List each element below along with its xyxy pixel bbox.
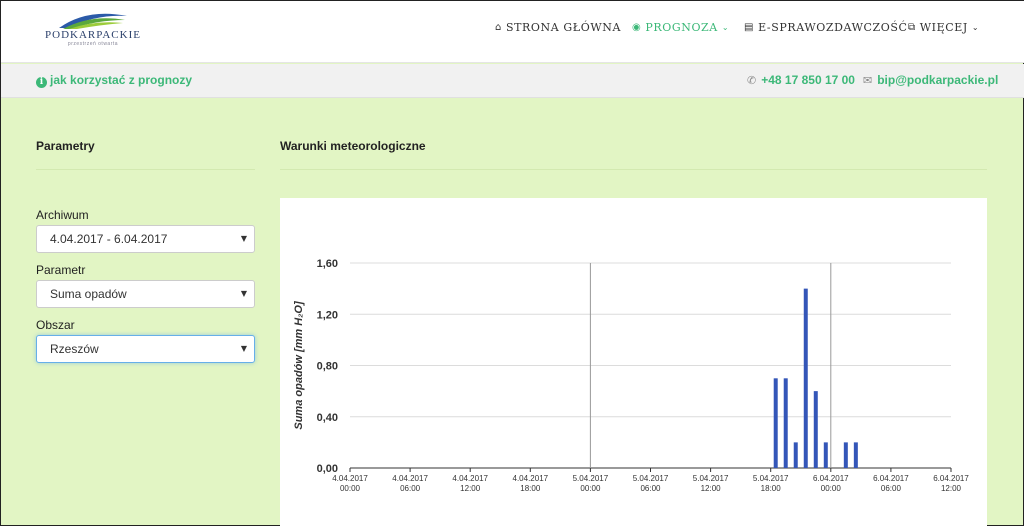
x-tick-label: 5.04.2017 bbox=[573, 474, 609, 483]
nav-wiecej-label: WIĘCEJ bbox=[919, 20, 968, 34]
y-tick-label: 1,20 bbox=[317, 309, 338, 321]
x-tick-label: 00:00 bbox=[821, 484, 842, 493]
y-tick-label: 0,80 bbox=[317, 361, 338, 373]
chevron-down-icon: ⌄ bbox=[971, 22, 980, 32]
archiwum-select[interactable]: 4.04.2017 - 6.04.2017 ▼ bbox=[36, 225, 255, 253]
x-tick-label: 12:00 bbox=[941, 484, 962, 493]
caret-down-icon: ▼ bbox=[240, 289, 247, 298]
main-divider bbox=[280, 169, 987, 170]
bar bbox=[773, 378, 778, 468]
info-icon: i bbox=[36, 77, 47, 88]
sidebar-divider bbox=[36, 169, 255, 170]
parametr-value: Suma opadów bbox=[50, 287, 127, 301]
x-tick-label: 6.04.2017 bbox=[873, 474, 909, 483]
howto-label: jak korzystać z prognozy bbox=[50, 73, 193, 87]
document-icon: ▤ bbox=[744, 21, 755, 33]
x-tick-label: 4.04.2017 bbox=[392, 474, 428, 483]
obszar-label: Obszar bbox=[36, 318, 75, 332]
x-tick-label: 06:00 bbox=[400, 484, 421, 493]
logo[interactable]: PODKARPACKIE przestrzeń otwarta bbox=[45, 8, 141, 48]
bar bbox=[803, 288, 808, 468]
x-tick-label: 6.04.2017 bbox=[933, 474, 969, 483]
x-tick-label: 12:00 bbox=[460, 484, 481, 493]
logo-tagline: przestrzeń otwarta bbox=[67, 41, 119, 47]
email-link[interactable]: ✉ bip@podkarpackie.pl bbox=[863, 73, 998, 87]
x-tick-label: 4.04.2017 bbox=[332, 474, 368, 483]
bar bbox=[813, 391, 818, 468]
archiwum-value: 4.04.2017 - 6.04.2017 bbox=[50, 232, 168, 246]
x-tick-label: 18:00 bbox=[761, 484, 782, 493]
nav-home-label: STRONA GŁÓWNA bbox=[505, 20, 622, 34]
phone-icon: ✆ bbox=[747, 74, 757, 87]
caret-down-icon: ▼ bbox=[240, 234, 247, 243]
email-address: bip@podkarpackie.pl bbox=[877, 73, 999, 87]
x-tick-label: 06:00 bbox=[640, 484, 661, 493]
nav-e-sprawozdawczosc-label: E-SPRAWOZDAWCZOŚĆ bbox=[758, 20, 908, 34]
nav-wiecej[interactable]: ⧉ WIĘCEJ ⌄ bbox=[908, 19, 979, 35]
x-tick-label: 00:00 bbox=[340, 484, 361, 493]
x-tick-label: 06:00 bbox=[881, 484, 902, 493]
bar bbox=[793, 442, 798, 468]
y-tick-label: 1,60 bbox=[317, 258, 338, 270]
bar bbox=[853, 442, 858, 468]
x-tick-label: 4.04.2017 bbox=[513, 474, 549, 483]
chart-container: 0,00 0,40 0,80 1,20 1,60 4.04.2017 00:00 4.04.2… bbox=[280, 198, 987, 526]
parametr-label: Parametr bbox=[36, 263, 86, 277]
x-tick-label: 6.04.2017 bbox=[813, 474, 849, 483]
sidebar-title: Parametry bbox=[36, 139, 95, 153]
envelope-icon: ✉ bbox=[863, 74, 873, 87]
phone-link[interactable]: ✆ +48 17 850 17 00 bbox=[747, 73, 855, 87]
obszar-select[interactable]: Rzeszów ▼ bbox=[36, 335, 255, 363]
nav-home[interactable]: ⌂ STRONA GŁÓWNA bbox=[495, 19, 621, 35]
bar bbox=[783, 378, 788, 468]
logo-text: PODKARPACKIE bbox=[45, 29, 141, 41]
home-icon: ⌂ bbox=[495, 21, 502, 33]
info-bar: i jak korzystać z prognozy ✆ +48 17 850 17… bbox=[1, 64, 1024, 98]
caret-down-icon: ▼ bbox=[240, 344, 247, 353]
external-link-icon: ⧉ bbox=[908, 21, 916, 33]
x-tick-label: 00:00 bbox=[580, 484, 601, 493]
y-tick-label: 0,40 bbox=[317, 412, 338, 424]
main-title: Warunki meteorologiczne bbox=[280, 139, 426, 153]
bar bbox=[843, 442, 848, 468]
x-tick-label: 5.04.2017 bbox=[633, 474, 669, 483]
x-tick-label: 5.04.2017 bbox=[753, 474, 789, 483]
top-navbar: PODKARPACKIE przestrzeń otwarta ⌂ STRONA… bbox=[1, 1, 1024, 63]
x-tick-label: 18:00 bbox=[520, 484, 541, 493]
chevron-down-icon: ⌄ bbox=[721, 22, 730, 32]
nav-prognoza[interactable]: ◉ PROGNOZA ⌄ bbox=[632, 19, 729, 35]
howto-link[interactable]: i jak korzystać z prognozy bbox=[36, 73, 192, 88]
obszar-value: Rzeszów bbox=[50, 342, 99, 356]
archiwum-label: Archiwum bbox=[36, 208, 89, 222]
precipitation-chart: 0,000,400,801,201,604.04.201700:004.04.2… bbox=[293, 258, 969, 493]
logo-hills-icon bbox=[59, 13, 127, 29]
x-tick-label: 5.04.2017 bbox=[693, 474, 729, 483]
phone-number: +48 17 850 17 00 bbox=[761, 73, 855, 87]
x-tick-label: 12:00 bbox=[701, 484, 722, 493]
x-tick-label: 4.04.2017 bbox=[452, 474, 488, 483]
nav-prognoza-label: PROGNOZA bbox=[645, 20, 718, 34]
nav-e-sprawozdawczosc[interactable]: ▤ E-SPRAWOZDAWCZOŚĆ bbox=[744, 19, 908, 35]
bar bbox=[823, 442, 828, 468]
y-axis-label: Suma opadów [mm H₂O] bbox=[293, 301, 305, 430]
parametr-select[interactable]: Suma opadów ▼ bbox=[36, 280, 255, 308]
eye-icon: ◉ bbox=[632, 21, 642, 33]
